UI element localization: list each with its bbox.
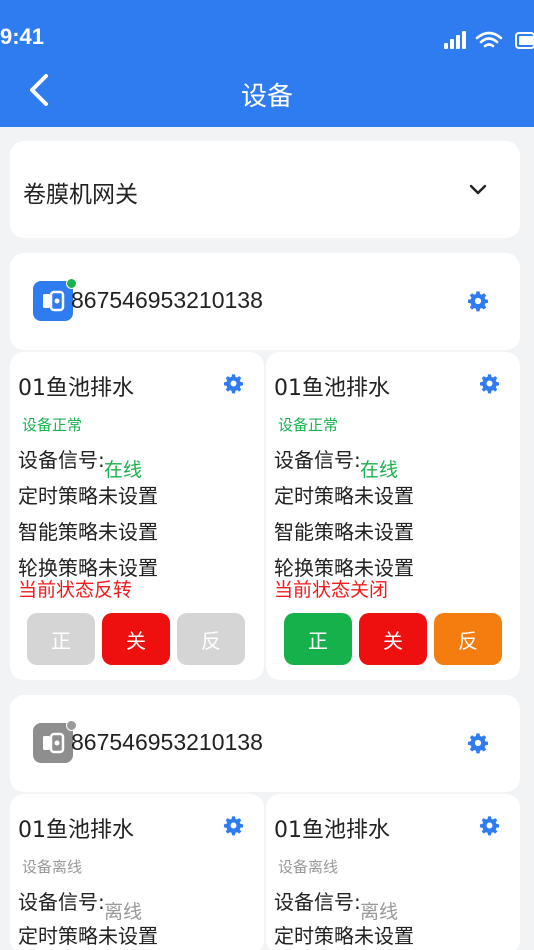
forward-button[interactable]: 正 — [27, 613, 95, 665]
device-settings-button[interactable] — [479, 373, 500, 394]
wifi-icon — [475, 31, 503, 48]
device-name: 01鱼池排水 — [274, 818, 390, 843]
close-button[interactable]: 关 — [359, 613, 427, 665]
timer-strategy: 定时策略未设置 — [274, 924, 414, 948]
gateway-card[interactable]: 867546953210138 — [10, 695, 520, 792]
gear-icon — [223, 374, 244, 394]
device-card: 01鱼池排水 设备正常 设备信号: 在线 定时策略未设置 智能策略未设置 轮换策… — [10, 352, 264, 680]
gateway-card[interactable]: 867546953210138 — [10, 253, 520, 350]
app-header: 9:41 设备 — [0, 0, 534, 127]
gear-icon — [468, 291, 488, 312]
gateway-settings-button[interactable] — [467, 290, 489, 312]
gateway-id: 867546953210138 — [71, 287, 263, 313]
reverse-button[interactable]: 反 — [434, 613, 502, 665]
device-name: 01鱼池排水 — [18, 818, 134, 843]
device-settings-button[interactable] — [223, 373, 244, 394]
status-icons — [444, 31, 534, 49]
signal-label: 设备信号: — [274, 448, 361, 472]
signal-value: 在线 — [360, 459, 399, 481]
timer-strategy: 定时策略未设置 — [18, 484, 158, 508]
status-time: 9:41 — [0, 24, 45, 49]
signal-value: 在线 — [104, 459, 143, 481]
gear-icon — [468, 733, 488, 754]
gateway-id: 867546953210138 — [71, 729, 263, 755]
device-settings-button[interactable] — [223, 815, 244, 836]
gateway-settings-button[interactable] — [467, 732, 489, 754]
gateway-type-dropdown[interactable]: 卷膜机网关 — [10, 141, 520, 238]
current-state: 当前状态反转 — [18, 579, 133, 601]
cellular-signal-icon — [444, 31, 466, 49]
device-card: 01鱼池排水 设备离线 设备信号: 离线 定时策略未设置 — [10, 794, 264, 950]
gear-icon — [479, 816, 500, 836]
gear-icon — [479, 374, 500, 394]
device-name: 01鱼池排水 — [274, 376, 390, 401]
dropdown-selected-value: 卷膜机网关 — [23, 182, 138, 208]
battery-icon — [515, 32, 534, 49]
device-status: 设备离线 — [278, 858, 339, 876]
timer-strategy: 定时策略未设置 — [274, 484, 414, 508]
signal-label: 设备信号: — [18, 890, 105, 914]
device-card: 01鱼池排水 设备离线 设备信号: 离线 定时策略未设置 — [266, 794, 520, 950]
chevron-down-icon — [469, 184, 487, 195]
forward-button[interactable]: 正 — [284, 613, 352, 665]
gear-icon — [223, 816, 244, 836]
device-card: 01鱼池排水 设备正常 设备信号: 在线 定时策略未设置 智能策略未设置 轮换策… — [266, 352, 520, 680]
page-title: 设备 — [240, 82, 293, 112]
signal-label: 设备信号: — [274, 890, 361, 914]
smart-strategy: 智能策略未设置 — [274, 520, 414, 544]
current-state: 当前状态关闭 — [274, 579, 389, 601]
smart-strategy: 智能策略未设置 — [18, 520, 158, 544]
close-button[interactable]: 关 — [102, 613, 170, 665]
device-status: 设备离线 — [22, 858, 83, 876]
signal-label: 设备信号: — [18, 448, 105, 472]
device-status: 设备正常 — [278, 416, 339, 434]
device-settings-button[interactable] — [479, 815, 500, 836]
device-status: 设备正常 — [22, 416, 83, 434]
timer-strategy: 定时策略未设置 — [18, 924, 158, 948]
reverse-button[interactable]: 反 — [177, 613, 245, 665]
device-name: 01鱼池排水 — [18, 376, 134, 401]
